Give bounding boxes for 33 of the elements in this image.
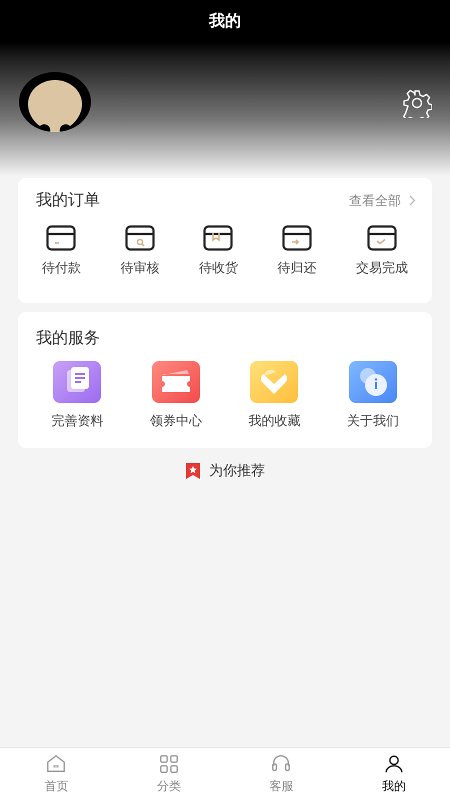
order-status-icon [367,225,398,251]
tab-icon [45,753,68,775]
order-status-button[interactable]: 待归还 [278,225,317,277]
order-status-button[interactable]: 交易完成 [356,225,408,277]
section-title: 我的订单 [36,190,100,211]
settings-icon[interactable] [402,88,432,118]
service-icon [250,361,298,403]
tab-bar-tab[interactable]: 客服 [225,748,338,800]
tab-icon [158,753,180,775]
tab-bar-tab[interactable]: 分类 [112,748,225,800]
service-button[interactable]: 关于我们 [346,361,399,430]
order-status-icon [282,225,312,251]
tab-bar-tab[interactable]: 首页 [0,748,112,800]
service-icon [152,361,200,403]
service-button[interactable]: 我的收藏 [248,361,300,430]
chevron-right-icon [409,195,416,206]
recommend-heading: 为你推荐 [209,462,265,480]
service-button[interactable]: 领券中心 [150,361,202,430]
service-icon [348,361,397,403]
order-status-button[interactable]: 待审核 [120,225,160,277]
order-status-icon [124,225,155,251]
order-status-button[interactable]: 待付款 [42,225,81,277]
bookmark-star-icon [185,462,201,480]
service-button[interactable]: 完善资料 [51,361,104,430]
order-status-icon [46,225,76,251]
service-icon [53,361,102,403]
order-status-icon [203,225,234,251]
tab-icon [382,753,405,775]
view-all-link[interactable]: 查看全部 [349,192,416,210]
tab-bar-tab[interactable]: 我的 [338,748,450,800]
page-title: 我的 [209,10,241,32]
section-title: 我的服务 [36,328,100,349]
order-status-button[interactable]: 待收货 [198,225,238,277]
